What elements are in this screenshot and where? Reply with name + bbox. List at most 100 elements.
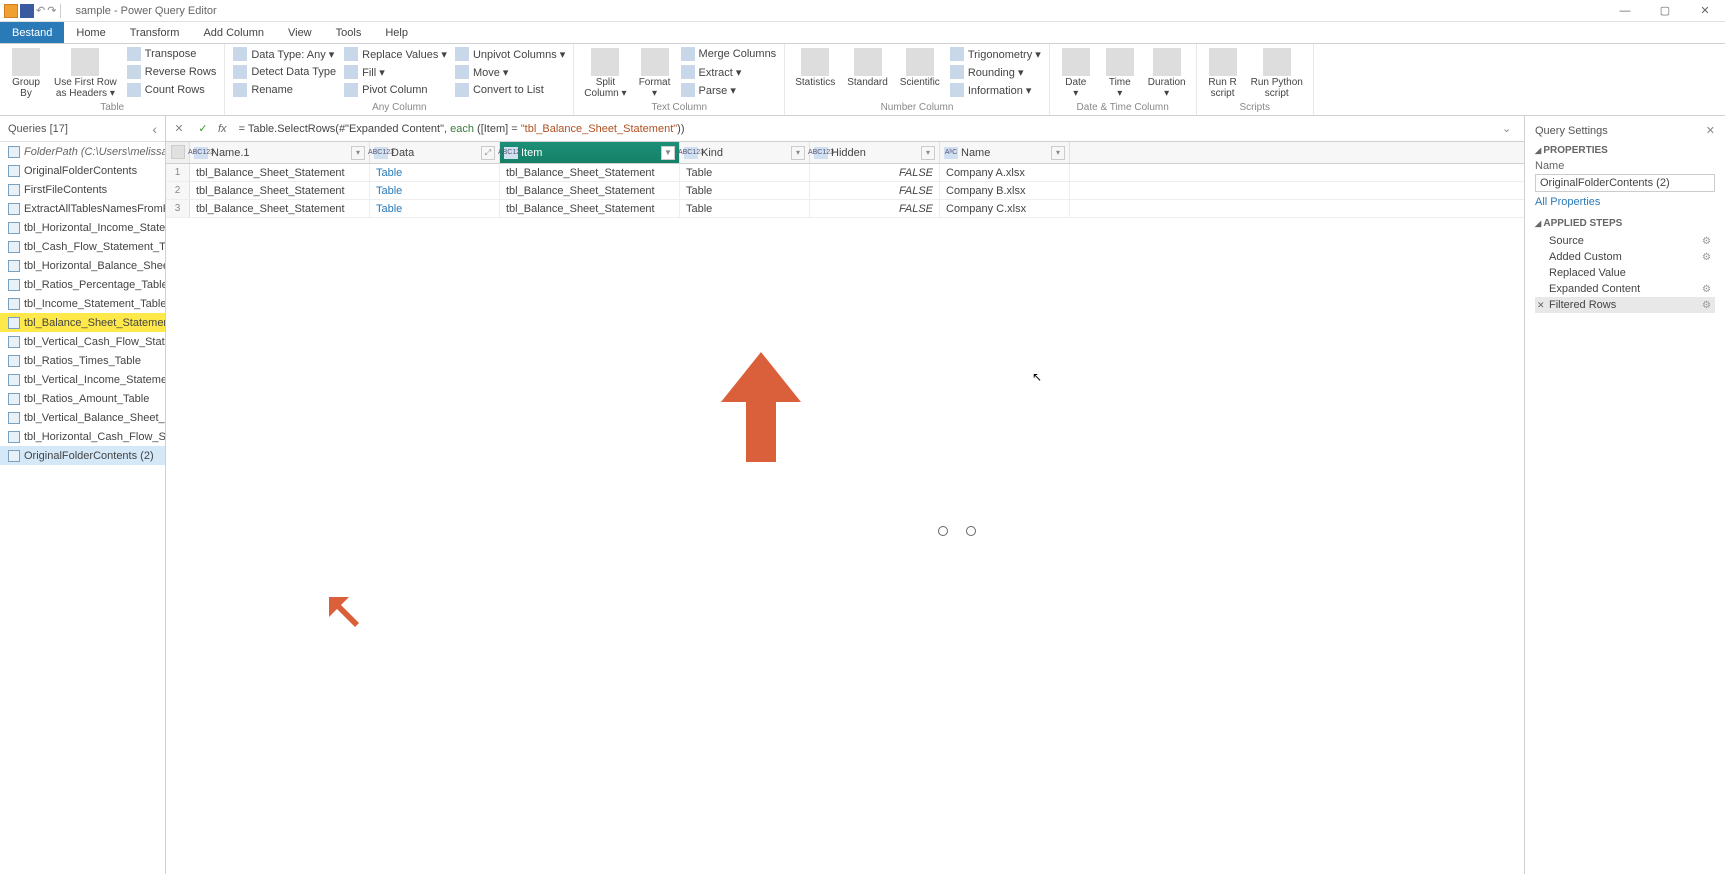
expand-formula-icon[interactable]: ⌄ <box>1502 122 1520 135</box>
tab-bestand[interactable]: Bestand <box>0 22 64 43</box>
close-button[interactable]: ✕ <box>1685 0 1725 22</box>
cell[interactable]: Company A.xlsx <box>940 164 1070 181</box>
ribbon-button[interactable]: Rename <box>231 82 338 98</box>
ribbon-button[interactable]: SplitColumn ▾ <box>580 46 630 101</box>
tab-home[interactable]: Home <box>64 22 117 43</box>
cell[interactable]: tbl_Balance_Sheet_Statement <box>500 182 680 199</box>
ribbon-button[interactable]: Trigonometry ▾ <box>948 46 1043 62</box>
column-header[interactable]: AᵇCName▾ <box>940 142 1070 163</box>
ribbon-button[interactable]: Run Rscript <box>1203 46 1243 101</box>
query-item[interactable]: tbl_Cash_Flow_Statement_Ta… <box>0 237 165 256</box>
maximize-button[interactable]: ▢ <box>1645 0 1685 22</box>
ribbon-button[interactable]: Rounding ▾ <box>948 64 1043 80</box>
datatype-icon[interactable]: AᵇC <box>944 147 958 159</box>
ribbon-button[interactable]: Unpivot Columns ▾ <box>453 46 567 62</box>
column-header[interactable]: ABC123Item▼ <box>500 142 680 163</box>
column-header[interactable]: ABC123Hidden▾ <box>810 142 940 163</box>
column-header[interactable]: ABC123Data⤢ <box>370 142 500 163</box>
ribbon-button[interactable]: Statistics <box>791 46 839 90</box>
cell[interactable]: Company B.xlsx <box>940 182 1070 199</box>
ribbon-button[interactable]: Fill ▾ <box>342 64 449 80</box>
ribbon-button[interactable]: Replace Values ▾ <box>342 46 449 62</box>
query-item[interactable]: tbl_Vertical_Income_Stateme… <box>0 370 165 389</box>
ribbon-button[interactable]: GroupBy <box>6 46 46 101</box>
datatype-icon[interactable]: ABC123 <box>684 147 698 159</box>
row-number[interactable]: 3 <box>166 200 190 217</box>
query-item[interactable]: tbl_Balance_Sheet_Statement… <box>0 313 165 332</box>
column-header[interactable]: ABC123Kind▾ <box>680 142 810 163</box>
applied-step[interactable]: Added Custom⚙ <box>1535 249 1715 265</box>
cell[interactable]: Table <box>680 164 810 181</box>
ribbon-button[interactable]: Scientific <box>896 46 944 90</box>
cell[interactable]: tbl_Balance_Sheet_Statement <box>190 200 370 217</box>
cell[interactable]: Table <box>370 164 500 181</box>
query-item[interactable]: OriginalFolderContents (2) <box>0 446 165 465</box>
ribbon-button[interactable]: Merge Columns <box>679 46 779 62</box>
column-header[interactable]: ABC123Name.1▾ <box>190 142 370 163</box>
query-item[interactable]: tbl_Ratios_Amount_Table <box>0 389 165 408</box>
all-properties-link[interactable]: All Properties <box>1535 196 1715 208</box>
ribbon-button[interactable]: Extract ▾ <box>679 64 779 80</box>
ribbon-button[interactable]: Parse ▾ <box>679 82 779 98</box>
query-item[interactable]: tbl_Horizontal_Income_State… <box>0 218 165 237</box>
datatype-icon[interactable]: ABC123 <box>504 147 518 159</box>
query-item[interactable]: FirstFileContents <box>0 180 165 199</box>
tab-tools[interactable]: Tools <box>324 22 374 43</box>
gear-icon[interactable]: ⚙ <box>1702 300 1711 311</box>
ribbon-button[interactable]: Format▾ <box>635 46 675 101</box>
cell[interactable]: Table <box>680 200 810 217</box>
ribbon-button[interactable]: Detect Data Type <box>231 64 338 80</box>
ribbon-button[interactable]: Use First Rowas Headers ▾ <box>50 46 121 101</box>
ribbon-button[interactable]: Move ▾ <box>453 64 567 80</box>
column-filter-icon[interactable]: ▾ <box>1051 146 1065 160</box>
data-grid[interactable]: ABC123Name.1▾ABC123Data⤢ABC123Item▼ABC12… <box>166 142 1524 874</box>
fx-icon[interactable]: fx <box>218 123 227 135</box>
query-item[interactable]: tbl_Vertical_Balance_Sheet_Ta… <box>0 408 165 427</box>
applied-step[interactable]: Expanded Content⚙ <box>1535 281 1715 297</box>
cell[interactable]: tbl_Balance_Sheet_Statement <box>190 182 370 199</box>
cell[interactable]: FALSE <box>810 164 940 181</box>
ribbon-button[interactable]: Pivot Column <box>342 82 449 98</box>
row-number-header[interactable] <box>166 142 190 163</box>
cell[interactable]: tbl_Balance_Sheet_Statement <box>500 164 680 181</box>
table-row[interactable]: 3tbl_Balance_Sheet_StatementTabletbl_Bal… <box>166 200 1524 218</box>
cell[interactable]: Table <box>680 182 810 199</box>
ribbon-button[interactable]: Transpose <box>125 46 219 62</box>
query-item[interactable]: tbl_Income_Statement_Table <box>0 294 165 313</box>
cell[interactable]: FALSE <box>810 182 940 199</box>
gear-icon[interactable]: ⚙ <box>1702 236 1711 247</box>
datatype-icon[interactable]: ABC123 <box>814 147 828 159</box>
tab-view[interactable]: View <box>276 22 324 43</box>
close-settings-icon[interactable]: ✕ <box>1706 124 1715 137</box>
table-row[interactable]: 1tbl_Balance_Sheet_StatementTabletbl_Bal… <box>166 164 1524 182</box>
applied-step[interactable]: Replaced Value <box>1535 265 1715 281</box>
datatype-icon[interactable]: ABC123 <box>194 147 208 159</box>
query-name-input[interactable] <box>1535 174 1715 192</box>
cell[interactable]: Table <box>370 182 500 199</box>
query-item[interactable]: tbl_Horizontal_Balance_Sheet… <box>0 256 165 275</box>
query-item[interactable]: tbl_Ratios_Times_Table <box>0 351 165 370</box>
query-item[interactable]: OriginalFolderContents <box>0 161 165 180</box>
ribbon-button[interactable]: Duration▾ <box>1144 46 1190 101</box>
ribbon-button[interactable]: Reverse Rows <box>125 64 219 80</box>
applied-step[interactable]: ✕Filtered Rows⚙ <box>1535 297 1715 313</box>
ribbon-button[interactable]: Run Pythonscript <box>1247 46 1307 101</box>
delete-step-icon[interactable]: ✕ <box>1537 300 1545 311</box>
column-filter-icon[interactable]: ▼ <box>661 146 675 160</box>
cell[interactable]: tbl_Balance_Sheet_Statement <box>500 200 680 217</box>
query-item[interactable]: tbl_Vertical_Cash_Flow_State… <box>0 332 165 351</box>
save-icon[interactable] <box>20 4 34 18</box>
ribbon-button[interactable]: Data Type: Any ▾ <box>231 46 338 62</box>
ribbon-button[interactable]: Date▾ <box>1056 46 1096 101</box>
tab-add-column[interactable]: Add Column <box>191 22 276 43</box>
gear-icon[interactable]: ⚙ <box>1702 284 1711 295</box>
tab-transform[interactable]: Transform <box>118 22 192 43</box>
column-filter-icon[interactable]: ▾ <box>791 146 805 160</box>
cell[interactable]: Table <box>370 200 500 217</box>
query-item[interactable]: tbl_Ratios_Percentage_Table <box>0 275 165 294</box>
column-filter-icon[interactable]: ▾ <box>921 146 935 160</box>
cell[interactable]: Company C.xlsx <box>940 200 1070 217</box>
collapse-icon[interactable]: ‹ <box>152 121 157 137</box>
query-item[interactable]: FolderPath (C:\Users\melissa\… <box>0 142 165 161</box>
ribbon-button[interactable]: Convert to List <box>453 82 567 98</box>
